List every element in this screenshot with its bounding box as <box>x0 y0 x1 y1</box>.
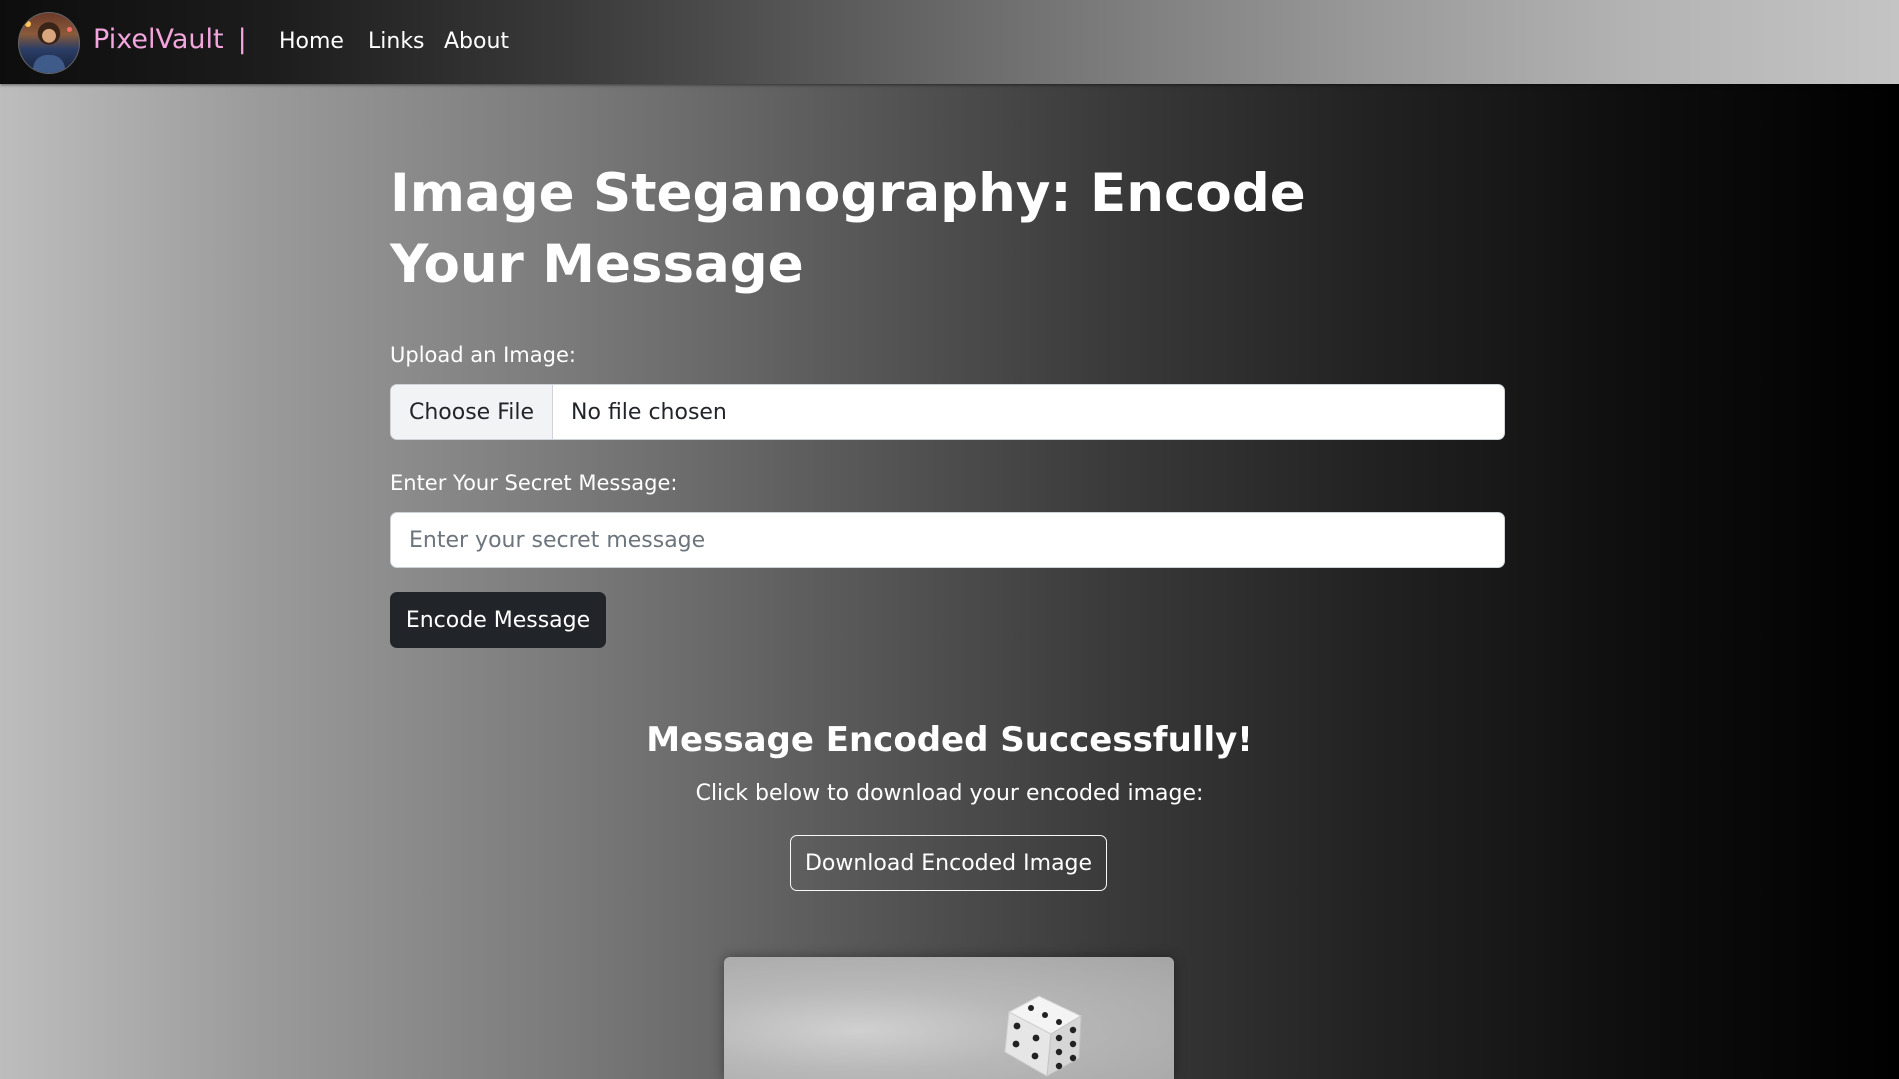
upload-label: Upload an Image: <box>390 343 576 367</box>
brand-name: PixelVault <box>93 24 224 55</box>
choose-file-button[interactable]: Choose File <box>391 385 554 439</box>
success-title: Message Encoded Successfully! <box>646 720 1253 760</box>
dice-image <box>1004 995 1083 1077</box>
brand-link[interactable]: PixelVault | <box>93 24 247 55</box>
download-encoded-image-button[interactable]: Download Encoded Image <box>790 835 1107 891</box>
secret-message-input[interactable] <box>390 512 1505 568</box>
encoded-image-preview <box>724 957 1174 1079</box>
page-title: Image Steganography: Encode Your Message <box>390 163 1306 295</box>
message-label: Enter Your Secret Message: <box>390 471 678 495</box>
nav-links-link[interactable]: Links <box>368 29 425 54</box>
nav-home-link[interactable]: Home <box>279 29 344 54</box>
encode-message-button[interactable]: Encode Message <box>390 592 606 648</box>
brand-separator: | <box>237 24 247 55</box>
file-status-text: No file chosen <box>571 399 727 425</box>
success-subtitle: Click below to download your encoded ima… <box>695 781 1204 806</box>
nav-about-link[interactable]: About <box>444 29 509 54</box>
navbar: PixelVault | Home Links About <box>0 0 1899 84</box>
image-file-input[interactable]: Choose File No file chosen <box>390 384 1505 440</box>
avatar[interactable] <box>18 12 80 74</box>
